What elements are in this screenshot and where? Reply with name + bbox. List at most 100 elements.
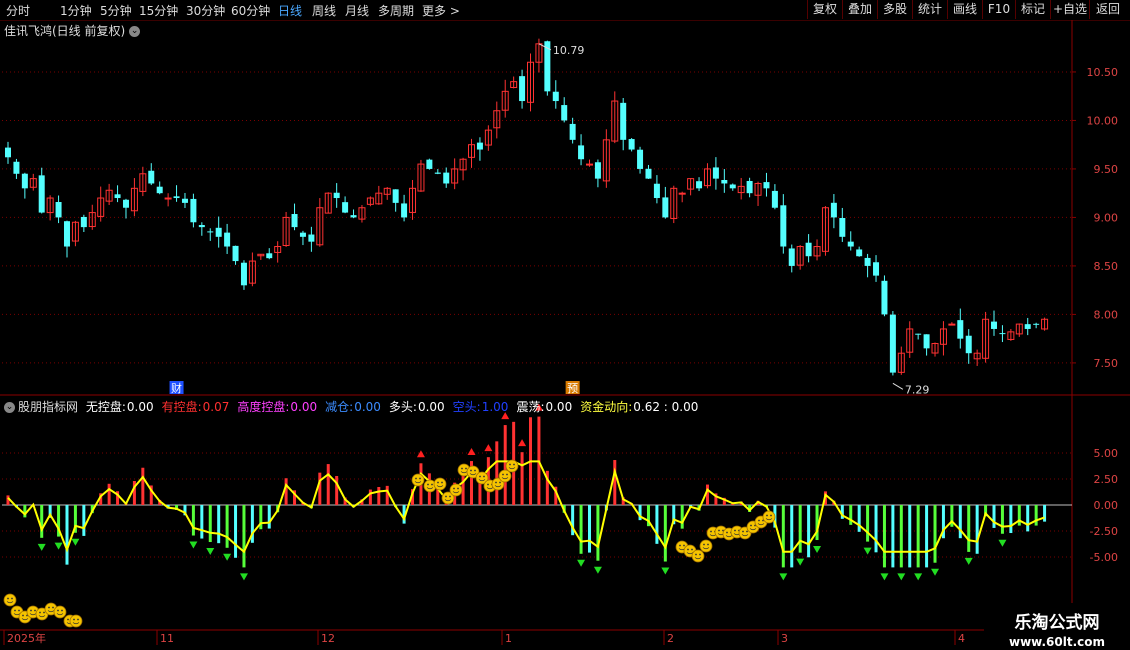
down-arrow-icon — [880, 573, 889, 581]
candle-body — [594, 162, 601, 179]
smiley-eye — [445, 495, 447, 498]
candle-body — [578, 145, 585, 160]
candle-body — [38, 175, 45, 213]
indicator-bar — [874, 505, 878, 553]
smiley-eye — [437, 481, 439, 484]
indicator-bar — [908, 505, 912, 568]
smiley-eye — [483, 475, 485, 478]
down-arrow-icon — [593, 566, 602, 574]
indicator-label: 空头: — [452, 400, 481, 414]
candle-body — [156, 186, 163, 194]
indicator-values: 无控盘:0.00 有控盘:0.07 高度控盘:0.00 减仓:0.00 多头:0.00 空… — [86, 400, 707, 414]
indicator-item: 减仓:0.00 — [325, 400, 385, 414]
smiley-icon — [498, 469, 512, 483]
candle-body — [780, 205, 787, 247]
up-arrow-icon — [416, 450, 425, 458]
candle-body — [847, 241, 854, 247]
indicator-bar — [899, 505, 903, 568]
yu-marker: 预 — [567, 382, 578, 395]
candle-body — [434, 172, 441, 174]
indicator-bar — [781, 505, 785, 568]
indicator-bar — [967, 505, 971, 552]
candle-body — [1033, 323, 1040, 325]
candle-body — [948, 323, 956, 326]
price-tick-label: 9.00 — [1094, 211, 1119, 224]
time-label: 1 — [505, 632, 512, 645]
smiley-eye — [746, 530, 748, 533]
up-arrow-icon — [484, 444, 493, 452]
indicator-bar — [335, 475, 339, 505]
down-arrow-icon — [239, 573, 248, 581]
indicator-bar — [790, 505, 794, 568]
candle-body — [207, 231, 214, 233]
time-label: 2025年 — [7, 631, 46, 645]
smiley-eye — [513, 463, 515, 466]
candle-body — [620, 102, 627, 140]
smiley-eye — [726, 531, 728, 534]
smiley-eye — [679, 544, 681, 547]
stock-title-text: 佳讯飞鸿(日线 前复权) — [4, 24, 126, 38]
candle-body — [637, 149, 644, 169]
candle-body — [653, 183, 660, 199]
candle-body — [80, 216, 87, 228]
candle-body — [991, 321, 998, 329]
smiley-eye — [479, 475, 481, 478]
time-label: 11 — [160, 632, 174, 645]
down-arrow-icon — [206, 548, 215, 556]
price-tick-label: 7.50 — [1094, 357, 1119, 370]
indicator-bar — [385, 485, 389, 505]
candle-body — [122, 199, 129, 208]
smiley-eye — [766, 514, 768, 517]
chevron-down-icon[interactable]: ⌄ — [129, 26, 141, 37]
smiley-icon — [433, 477, 447, 491]
indicator-bar — [141, 467, 145, 505]
smiley-eye — [502, 473, 504, 476]
indicator-bar — [587, 505, 591, 553]
indicator-bars — [3, 403, 1047, 628]
smiley-eye — [441, 481, 443, 484]
smiley-eye — [695, 553, 697, 556]
chevron-down-icon[interactable]: ⌄ — [4, 402, 15, 413]
indicator-bar — [40, 505, 44, 538]
indicator-item: 震荡:0.00 — [516, 400, 576, 414]
candle-body — [645, 168, 652, 179]
smiley-eye — [14, 609, 16, 612]
indicator-label: 无控盘: — [85, 400, 126, 414]
indicator-value: 0.00 — [126, 400, 154, 414]
kline-chart[interactable]: 10.5010.009.509.008.508.007.505.002.500.… — [0, 0, 1130, 650]
candle-body — [805, 242, 812, 257]
smiley-eye — [57, 609, 59, 612]
smiley-eye — [419, 477, 421, 480]
candle-body — [628, 139, 635, 150]
indicator-bar — [217, 505, 221, 544]
smiley-eye — [509, 463, 511, 466]
indicator-bar — [857, 505, 861, 532]
candle-body — [696, 181, 703, 189]
candle-body — [308, 234, 315, 242]
indicator-bar — [107, 483, 111, 505]
smiley-icon — [691, 549, 705, 563]
candle-body — [552, 91, 559, 102]
high-label: 10.79 — [553, 44, 585, 57]
candle-body — [678, 192, 686, 195]
logo-line2: www.60lt.com — [1008, 635, 1106, 649]
candle-body — [746, 180, 753, 194]
smiley-icon — [3, 593, 17, 607]
up-arrow-icon — [467, 448, 476, 456]
candle-body — [965, 335, 972, 354]
price-axis: 10.50 10.00 9.50 9.00 8.50 8.00 7.50 5.00 2.50 0.… — [1072, 66, 1118, 564]
candle-body — [198, 225, 205, 228]
down-arrow-icon — [54, 542, 63, 550]
indicator-bar — [225, 505, 229, 548]
candle-body — [957, 320, 964, 339]
indicator-title: ⌄ 股朋指标网 无控盘:0.00 有控盘:0.07 高度控盘:0.00 减仓:0.00 多… — [4, 398, 710, 415]
indicator-bar — [520, 452, 524, 505]
indicator-bar — [1034, 505, 1038, 526]
indicator-bar — [613, 460, 617, 505]
money-flow-line — [7, 460, 1045, 554]
indicator-bar — [992, 505, 996, 528]
smiley-eye — [61, 609, 63, 612]
indicator-label: 有控盘: — [161, 400, 202, 414]
smiley-eye — [758, 519, 760, 522]
smiley-eye — [742, 530, 744, 533]
